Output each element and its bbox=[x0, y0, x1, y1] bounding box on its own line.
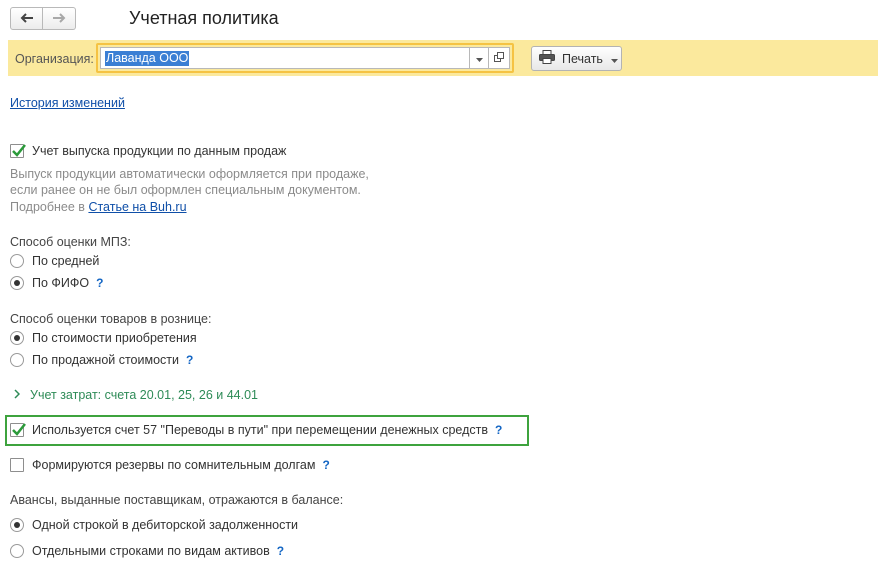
mpz-fifo-label: По ФИФО bbox=[32, 276, 90, 290]
help-icon[interactable]: ? bbox=[96, 276, 103, 290]
output-by-sales-label: Учет выпуска продукции по данным продаж bbox=[32, 144, 287, 158]
chevron-down-icon bbox=[475, 51, 483, 65]
advances-option-separate[interactable]: Отдельными строками по видам активов ? bbox=[10, 544, 284, 558]
page-title: Учетная политика bbox=[129, 8, 279, 28]
advances-separate-radio[interactable] bbox=[10, 544, 24, 558]
more-prefix: Подробнее в bbox=[10, 200, 85, 214]
doubtful-reserves-checkbox[interactable] bbox=[10, 458, 24, 472]
organization-input[interactable]: Лаванда ООО bbox=[100, 47, 469, 69]
cost-accounting-expander[interactable]: Учет затрат: счета 20.01, 25, 26 и 44.01 bbox=[14, 388, 258, 402]
mpz-average-label: По средней bbox=[32, 254, 100, 268]
back-button[interactable] bbox=[10, 7, 43, 30]
checkmark-icon bbox=[12, 144, 26, 157]
mpz-fifo-radio[interactable] bbox=[10, 276, 24, 290]
mpz-average-radio[interactable] bbox=[10, 254, 24, 268]
advances-label: Авансы, выданные поставщикам, отражаются… bbox=[10, 493, 344, 507]
doubtful-reserves-row: Формируются резервы по сомнительным долг… bbox=[10, 458, 330, 472]
organization-dropdown-button[interactable] bbox=[469, 47, 489, 69]
output-by-sales-row: Учет выпуска продукции по данным продаж bbox=[10, 144, 286, 158]
account57-row: Используется счет 57 "Переводы в пути" п… bbox=[10, 423, 502, 437]
output-by-sales-hint-2: если ранее он не был оформлен специальны… bbox=[10, 183, 361, 197]
advances-single-radio[interactable] bbox=[10, 518, 24, 532]
mpz-label: Способ оценки МПЗ: bbox=[10, 235, 131, 249]
advances-single-label: Одной строкой в дебиторской задолженност… bbox=[32, 518, 299, 532]
chevron-right-icon bbox=[14, 388, 21, 402]
help-icon[interactable]: ? bbox=[277, 544, 284, 558]
checkmark-icon bbox=[12, 423, 26, 436]
retail-purchase-radio[interactable] bbox=[10, 331, 24, 345]
account57-label: Используется счет 57 "Переводы в пути" п… bbox=[32, 423, 488, 437]
print-button-label: Печать bbox=[562, 51, 603, 66]
mpz-option-fifo[interactable]: По ФИФО ? bbox=[10, 276, 103, 290]
doubtful-reserves-label: Формируются резервы по сомнительным долг… bbox=[32, 458, 316, 472]
mpz-option-average[interactable]: По средней bbox=[10, 254, 99, 268]
open-window-icon bbox=[494, 51, 504, 65]
organization-open-button[interactable] bbox=[489, 47, 510, 69]
history-link[interactable]: История изменений bbox=[10, 96, 125, 110]
advances-option-single[interactable]: Одной строкой в дебиторской задолженност… bbox=[10, 518, 298, 532]
retail-option-purchase[interactable]: По стоимости приобретения bbox=[10, 331, 197, 345]
retail-sale-label: По продажной стоимости bbox=[32, 353, 179, 367]
printer-icon bbox=[539, 50, 555, 67]
retail-option-sale[interactable]: По продажной стоимости ? bbox=[10, 353, 193, 367]
output-by-sales-hint-1: Выпуск продукции автоматически оформляет… bbox=[10, 167, 369, 181]
output-by-sales-more: Подробнее в Статье на Buh.ru bbox=[10, 200, 187, 214]
advances-separate-label: Отдельными строками по видам активов bbox=[32, 544, 270, 558]
retail-sale-radio[interactable] bbox=[10, 353, 24, 367]
retail-purchase-label: По стоимости приобретения bbox=[32, 331, 197, 345]
cost-accounting-label: Учет затрат: счета 20.01, 25, 26 и 44.01 bbox=[30, 388, 258, 402]
buh-article-link[interactable]: Статье на Buh.ru bbox=[88, 200, 186, 214]
forward-button[interactable] bbox=[43, 7, 76, 30]
account57-checkbox[interactable] bbox=[10, 423, 26, 437]
organization-label: Организация: bbox=[15, 52, 94, 66]
organization-value: Лаванда ООО bbox=[105, 51, 190, 66]
help-icon[interactable]: ? bbox=[322, 458, 329, 472]
output-by-sales-checkbox[interactable] bbox=[10, 144, 26, 158]
arrow-right-icon bbox=[52, 12, 66, 26]
help-icon[interactable]: ? bbox=[186, 353, 193, 367]
print-button[interactable]: Печать bbox=[531, 46, 622, 71]
help-icon[interactable]: ? bbox=[495, 423, 502, 437]
arrow-left-icon bbox=[20, 12, 34, 26]
chevron-down-icon bbox=[610, 52, 618, 66]
retail-label: Способ оценки товаров в рознице: bbox=[10, 312, 212, 326]
